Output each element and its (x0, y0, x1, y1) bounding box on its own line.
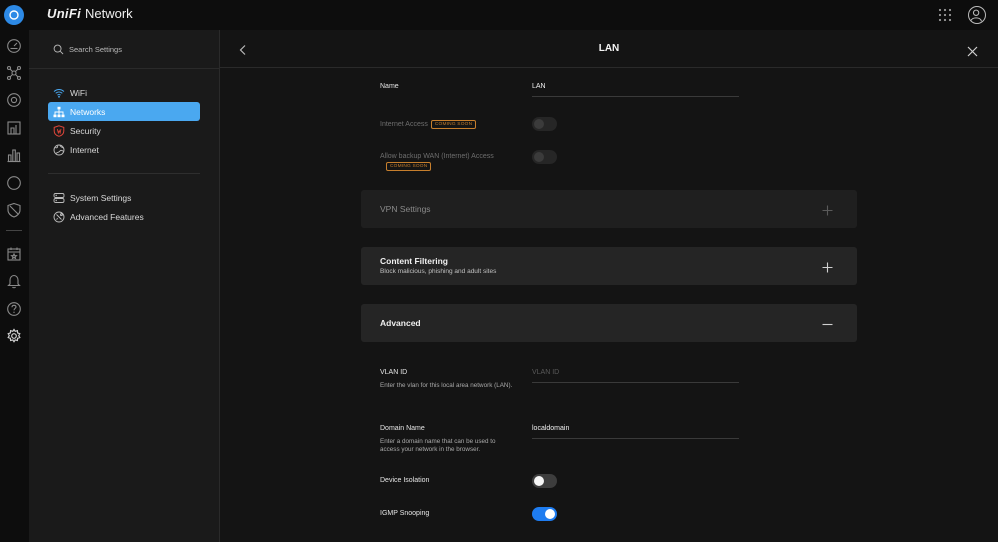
minus-icon[interactable] (822, 317, 833, 328)
sidebar-item-advanced-features[interactable]: Advanced Features (48, 207, 200, 226)
advanced-panel[interactable]: Advanced (361, 304, 857, 342)
insights-icon[interactable] (6, 175, 22, 191)
internet-access-text: Internet Access (380, 121, 428, 128)
content-filtering-panel[interactable]: Content Filtering Block malicious, phish… (361, 247, 857, 285)
shield-icon (53, 124, 65, 137)
icon-rail (0, 30, 29, 542)
device-isolation-label: Device Isolation (380, 477, 430, 484)
vpn-settings-panel[interactable]: VPN Settings (361, 190, 857, 228)
sidebar-item-label: WiFi (70, 87, 87, 98)
settings-sidebar: WiFi Networks Security Internet System S… (29, 30, 220, 542)
clients-icon[interactable] (6, 120, 22, 136)
backup-wan-toggle[interactable] (532, 150, 557, 164)
sidebar-item-label: Internet (70, 144, 99, 155)
content-filtering-subtitle: Block malicious, phishing and adult site… (380, 268, 497, 275)
vlan-id-input[interactable]: VLAN ID (532, 369, 739, 383)
sidebar-item-label: System Settings (70, 192, 132, 203)
domain-name-description: Enter a domain name that can be used to … (380, 438, 496, 453)
tools-icon (53, 211, 65, 222)
panel-header: LAN (220, 30, 998, 68)
dashboard-icon[interactable] (6, 38, 22, 54)
content-filtering-title: Content Filtering (380, 256, 448, 266)
internet-access-toggle[interactable] (532, 117, 557, 131)
sidebar-item-security[interactable]: Security (48, 121, 200, 140)
toggle-knob (534, 476, 544, 486)
vlan-id-description: Enter the vlan for this local area netwo… (380, 382, 513, 389)
sidebar-item-label: Security (70, 125, 101, 136)
plus-icon[interactable] (822, 203, 833, 216)
device-isolation-toggle[interactable] (532, 474, 557, 488)
brand-product: Network (85, 6, 133, 21)
close-icon[interactable] (967, 44, 978, 57)
backup-wan-text: Allow backup WAN (Internet) Access (380, 153, 494, 160)
bell-icon[interactable] (6, 273, 22, 289)
plus-icon[interactable] (822, 260, 833, 273)
calendar-icon[interactable] (6, 246, 22, 262)
search-settings[interactable] (53, 44, 189, 55)
domain-name-input[interactable]: localdomain (532, 425, 739, 439)
page-title: LAN (598, 43, 620, 54)
coming-soon-badge: COMING SOON (430, 120, 477, 129)
main-panel: LAN Name LAN Internet Access COMING SOON … (220, 30, 998, 542)
sidebar-item-wifi[interactable]: WiFi (48, 83, 200, 102)
sidebar-item-label: Advanced Features (70, 211, 144, 222)
search-input[interactable] (69, 45, 189, 54)
sidebar-item-label: Networks (70, 106, 106, 117)
coming-soon-badge: COMING SOON (386, 162, 432, 171)
vpn-settings-title: VPN Settings (380, 204, 431, 214)
igmp-snooping-label: IGMP Snooping (380, 510, 430, 517)
sidebar-item-system-settings[interactable]: System Settings (48, 188, 200, 207)
search-icon (53, 44, 64, 55)
internet-access-label: Internet Access COMING SOON (380, 120, 477, 129)
advanced-title: Advanced (380, 318, 421, 328)
network-icon (53, 106, 65, 117)
rail-divider (6, 230, 22, 231)
toggle-knob (534, 119, 544, 129)
brand-logo-text: UniFi (47, 6, 81, 21)
sidebar-header-divider (29, 68, 219, 69)
igmp-snooping-toggle[interactable] (532, 507, 557, 521)
vlan-id-label: VLAN ID (380, 369, 408, 376)
settings-gear-icon[interactable] (6, 328, 22, 344)
domain-name-label: Domain Name (380, 425, 425, 432)
globe-icon (53, 144, 65, 155)
wifi-icon (53, 88, 65, 98)
devices-icon[interactable] (6, 92, 22, 108)
statistics-icon[interactable] (6, 147, 22, 163)
help-icon[interactable] (6, 301, 22, 317)
brand: UniFi Network (47, 6, 133, 21)
name-field[interactable]: LAN (532, 83, 739, 97)
topology-icon[interactable] (6, 65, 22, 81)
backup-wan-label: Allow backup WAN (Internet) Access COMING… (380, 152, 520, 172)
sidebar-divider (48, 173, 200, 174)
apps-grid-icon[interactable] (938, 8, 952, 22)
unifi-logo-icon[interactable] (4, 5, 24, 25)
sidebar-item-internet[interactable]: Internet (48, 140, 200, 159)
server-icon (53, 192, 65, 203)
shield-rail-icon[interactable] (6, 202, 22, 218)
toggle-knob (545, 509, 555, 519)
top-bar: UniFi Network (0, 0, 998, 30)
sidebar-item-networks[interactable]: Networks (48, 102, 200, 121)
name-label: Name (380, 83, 399, 90)
user-avatar-icon[interactable] (968, 6, 986, 24)
toggle-knob (534, 152, 544, 162)
